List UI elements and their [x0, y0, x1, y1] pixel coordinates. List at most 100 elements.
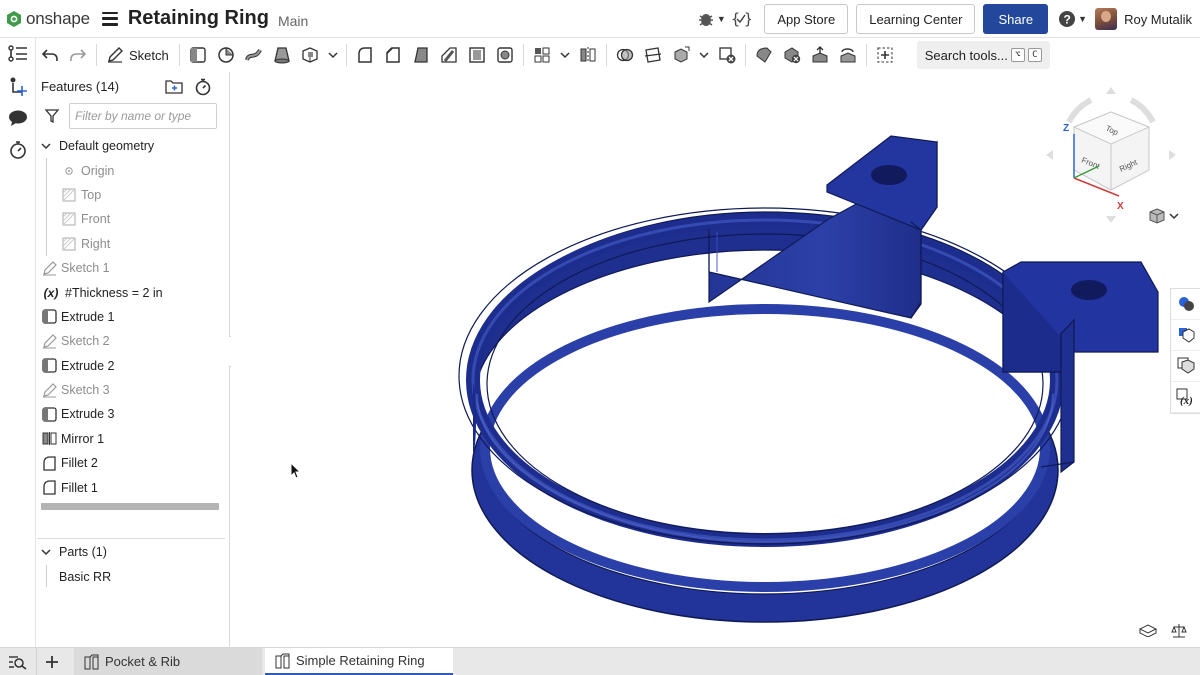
display-states-button[interactable] — [1171, 320, 1200, 351]
rotate-left-arrow[interactable] — [1046, 150, 1053, 160]
performance-button[interactable] — [0, 134, 36, 166]
feature-variable-thickness[interactable]: (x) #Thickness = 2 in — [37, 280, 229, 304]
boolean-tool-button[interactable] — [611, 41, 639, 69]
tab-pocket-rib[interactable]: Pocket & Rib — [74, 648, 262, 675]
add-folder-icon[interactable] — [165, 78, 183, 94]
revolve-tool-button[interactable] — [212, 41, 240, 69]
learning-center-button[interactable]: Learning Center — [856, 4, 976, 34]
loft-tool-button[interactable] — [268, 41, 296, 69]
delete-face-tool-button[interactable] — [778, 41, 806, 69]
help-button[interactable]: ? ▼ — [1058, 10, 1087, 28]
sketch-icon — [41, 333, 57, 349]
sketch-icon — [41, 260, 57, 276]
draft-tool-button[interactable] — [407, 41, 435, 69]
feature-extrude-1[interactable]: Extrude 1 — [37, 305, 229, 329]
split-icon — [644, 47, 661, 63]
variables-button[interactable]: (x) — [1171, 382, 1200, 413]
stopwatch-icon[interactable] — [195, 78, 211, 96]
extrude-tool-button[interactable] — [184, 41, 212, 69]
shortcut-key-c: C — [1027, 48, 1042, 62]
document-title[interactable]: Retaining Ring — [128, 7, 269, 30]
view-options-menu[interactable] — [1149, 208, 1179, 224]
onshape-logo[interactable]: onshape — [6, 9, 90, 29]
hole-tool-button[interactable] — [491, 41, 519, 69]
feature-sketch-1[interactable]: Sketch 1 — [37, 256, 229, 280]
tree-item-right-plane[interactable]: Right — [37, 232, 229, 256]
pattern-tool-button[interactable] — [528, 41, 556, 69]
rib-tool-button[interactable] — [435, 41, 463, 69]
custom-features-button[interactable]: { } — [726, 10, 756, 28]
delete-part-tool-button[interactable] — [713, 41, 741, 69]
tree-item-front-plane[interactable]: Front — [37, 207, 229, 231]
rollback-bar[interactable] — [41, 503, 219, 510]
plane-tool-button[interactable] — [871, 41, 899, 69]
split-tool-button[interactable] — [639, 41, 667, 69]
tab-simple-retaining-ring[interactable]: Simple Retaining Ring — [265, 648, 453, 675]
insert-part-button[interactable] — [0, 70, 36, 102]
document-branch[interactable]: Main — [278, 13, 308, 29]
redo-icon — [70, 49, 86, 61]
measure-icon[interactable] — [1139, 623, 1157, 637]
configurations-button[interactable] — [1171, 351, 1200, 382]
svg-text:{: { — [731, 10, 740, 28]
user-name[interactable]: Roy Mutalik — [1124, 12, 1192, 27]
feature-fillet-2[interactable]: Fillet 2 — [37, 451, 229, 475]
rotate-down-arrow[interactable] — [1106, 216, 1116, 223]
app-store-button[interactable]: App Store — [764, 4, 849, 34]
thicken-icon — [302, 47, 318, 63]
shell-tool-button[interactable] — [463, 41, 491, 69]
feature-sketch-3[interactable]: Sketch 3 — [37, 378, 229, 402]
sweep-tool-button[interactable] — [240, 41, 268, 69]
modify-fillet-tool-button[interactable] — [750, 41, 778, 69]
feature-sketch-2[interactable]: Sketch 2 — [37, 329, 229, 353]
add-tab-button[interactable] — [36, 648, 66, 675]
boolean-icon — [616, 48, 633, 62]
main-menu-button[interactable] — [101, 11, 118, 26]
redo-button[interactable] — [64, 41, 92, 69]
more-create-tools-menu[interactable] — [324, 41, 342, 69]
rotate-right-arrow[interactable] — [1169, 150, 1176, 160]
rotate-up-arrow[interactable] — [1106, 87, 1116, 94]
graphics-area[interactable]: Top Front Right Z X (x) — [231, 72, 1200, 648]
transform-menu[interactable] — [695, 41, 713, 69]
part-label: Basic RR — [59, 569, 112, 584]
display-states-icon — [1179, 328, 1195, 343]
feature-fillet-1[interactable]: Fillet 1 — [37, 475, 229, 499]
feature-mirror-1[interactable]: Mirror 1 — [37, 427, 229, 451]
undo-button[interactable] — [36, 41, 64, 69]
replace-face-tool-button[interactable] — [834, 41, 862, 69]
axis-x-label: X — [1117, 201, 1124, 212]
default-geometry-group[interactable]: Default geometry — [37, 134, 229, 158]
chamfer-tool-button[interactable] — [379, 41, 407, 69]
mass-properties-icon[interactable] — [1171, 623, 1187, 639]
appearance-button[interactable] — [1171, 289, 1200, 320]
loft-icon — [273, 47, 290, 64]
transform-tool-button[interactable] — [667, 41, 695, 69]
feature-list-toggle[interactable] — [0, 38, 36, 70]
share-button[interactable]: Share — [983, 4, 1049, 34]
bug-report-button[interactable]: ▼ — [696, 11, 726, 27]
avatar[interactable] — [1095, 8, 1118, 30]
move-face-tool-button[interactable] — [806, 41, 834, 69]
mirror-tool-button[interactable] — [574, 41, 602, 69]
toolbar-divider — [345, 44, 347, 66]
search-tabs-button[interactable] — [0, 648, 36, 675]
fillet-tool-button[interactable] — [351, 41, 379, 69]
pattern-menu[interactable] — [556, 41, 574, 69]
chamfer-icon — [386, 47, 400, 63]
search-tools-button[interactable]: Search tools... ⌥ C — [916, 41, 1050, 69]
filter-input[interactable] — [69, 103, 217, 129]
tree-item-origin[interactable]: Origin — [37, 158, 229, 182]
filter-icon[interactable] — [45, 109, 59, 123]
part-item[interactable]: Basic RR — [37, 564, 227, 588]
feature-extrude-3[interactable]: Extrude 3 — [37, 402, 229, 426]
thicken-tool-button[interactable] — [296, 41, 324, 69]
tree-item-top-plane[interactable]: Top — [37, 183, 229, 207]
parts-group[interactable]: Parts (1) — [37, 540, 227, 564]
feature-extrude-2[interactable]: Extrude 2 — [37, 354, 229, 378]
features-header: Features (14) — [37, 72, 229, 100]
tree-item-label: Top — [81, 187, 102, 202]
comments-button[interactable] — [0, 102, 36, 134]
replace-face-icon — [840, 48, 856, 63]
sketch-button[interactable]: Sketch — [101, 41, 175, 69]
